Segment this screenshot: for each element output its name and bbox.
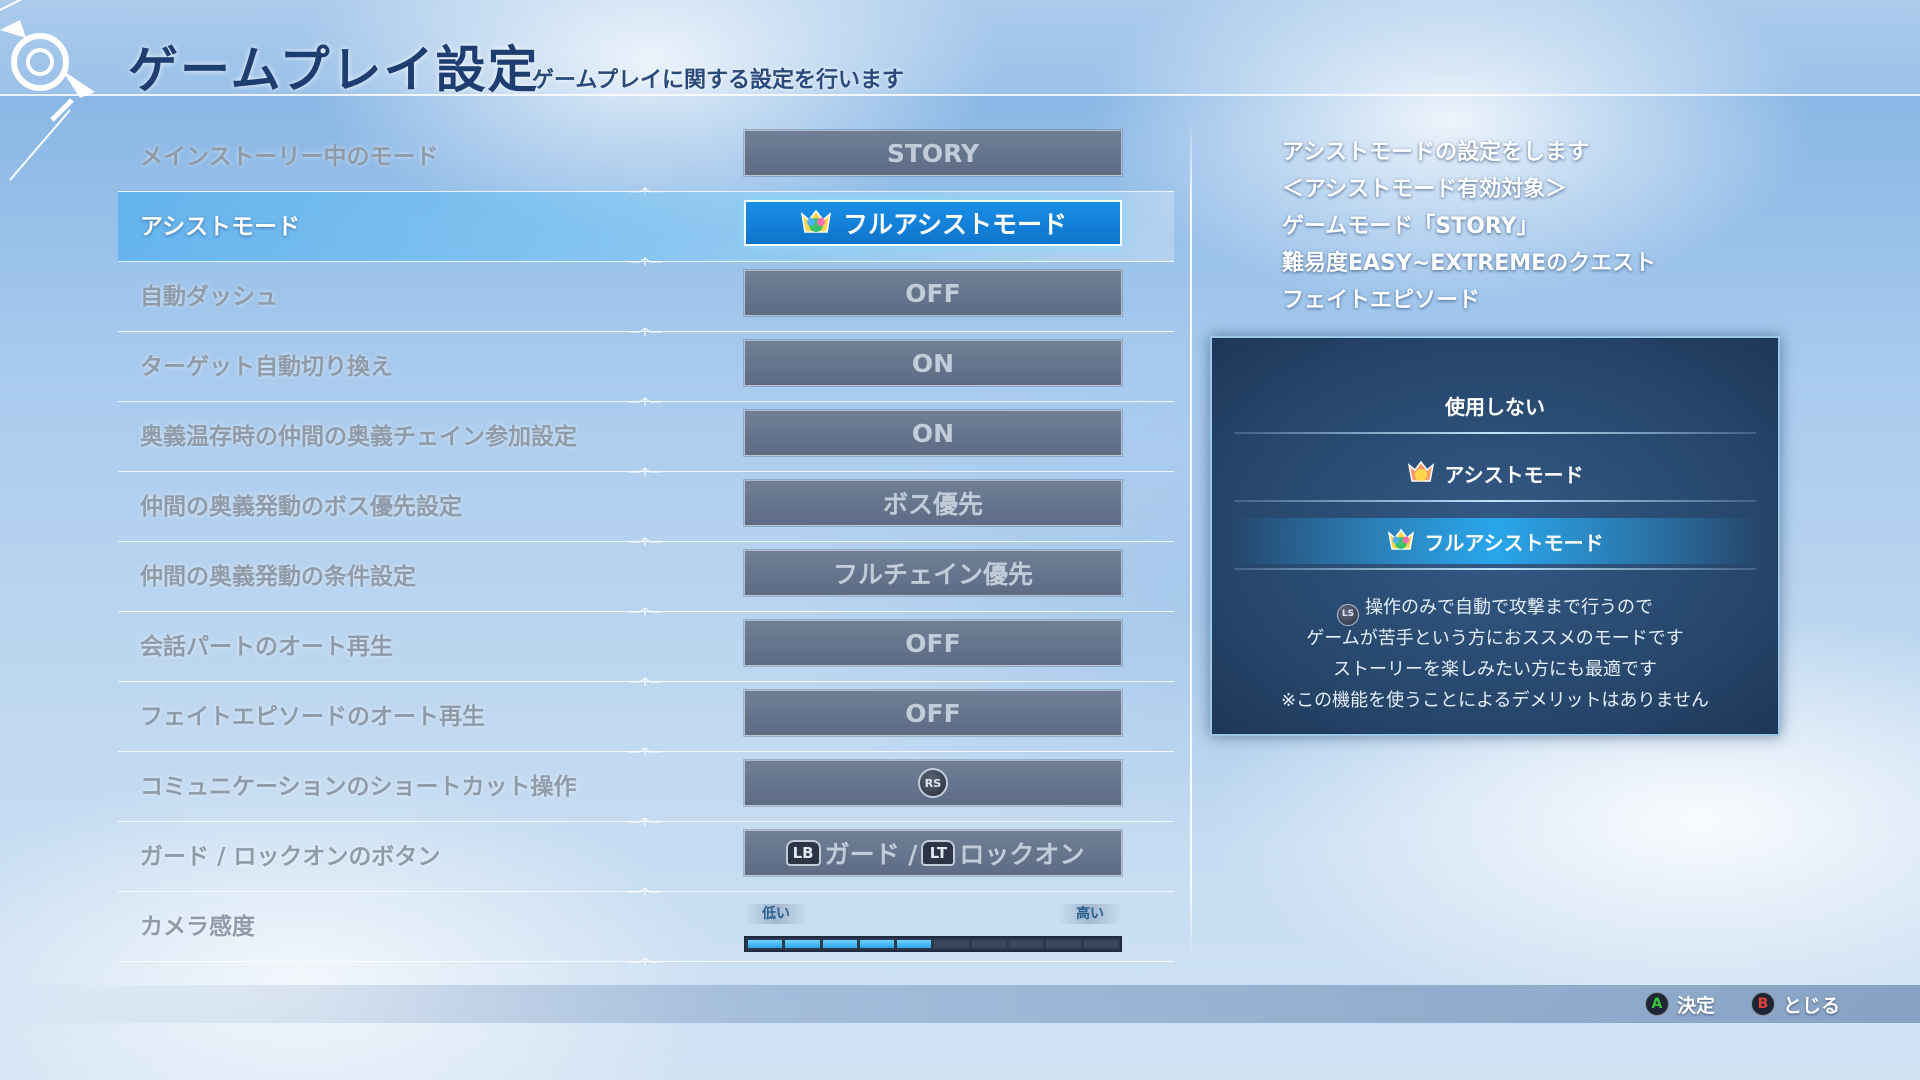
slider-segment [1009,940,1044,948]
vertical-divider [1190,118,1192,963]
setting-value[interactable]: フルチェイン優先 [744,550,1122,596]
setting-value[interactable]: ON [744,410,1122,456]
option-label: 使用しない [1445,394,1545,419]
a-button-icon: A [1644,992,1669,1016]
slider-segment [1083,940,1118,948]
setting-value[interactable]: ON [744,340,1122,386]
slider-segment [897,940,932,948]
option-label: アシストモード [1444,462,1584,487]
b-button-icon: B [1750,992,1775,1016]
setting-row-camera-sensitivity[interactable]: カメラ感度 低い 高い [118,892,1174,966]
setting-description: アシストモードの設定をします ＜アシストモード有効対象＞ ゲームモード「STOR… [1282,134,1656,319]
description-line: 難易度EASY~EXTREMEのクエスト [1282,251,1657,276]
setting-label: メインストーリー中のモード [140,144,439,170]
slider-segment [971,940,1007,948]
setting-row-ougi-chain-participation[interactable]: 奥義温存時の仲間の奥義チェイン参加設定 ON [118,402,1174,476]
row-divider-ornament [628,957,662,966]
page-title: ゲームプレイ設定 [128,41,540,99]
slider-segment [859,940,895,948]
slider-segment [785,940,820,948]
setting-value-text: フルアシストモード [842,210,1067,239]
confirm-label: 決定 [1676,994,1715,1017]
panel-description: LS 操作のみで自動で攻撃まで行うので ゲームが苦手という方におススメのモードです… [1212,592,1778,716]
setting-value[interactable]: RS [744,760,1122,806]
assist-mode-options-panel: 使用しない アシストモード フルアシストモード LS 操作のみで自動で攻撃まで行う… [1210,336,1780,736]
setting-row-communication-shortcut[interactable]: コミュニケーションのショートカット操作 RS [118,752,1174,826]
confirm-action[interactable]: A 決定 [1644,991,1715,1018]
option-not-use[interactable]: 使用しない [1230,382,1760,428]
slider-segment [1046,940,1081,948]
guard-text: ガード / [824,840,918,869]
page-subtitle: ゲームプレイに関する設定を行います [532,68,905,93]
panel-separator [1234,432,1756,434]
panel-description-text: 操作のみで自動で攻撃まで行うので [1365,597,1653,618]
description-line: ゲームモード「STORY」 [1282,214,1539,239]
full-assist-icon [800,209,832,233]
close-action[interactable]: B とじる [1750,991,1840,1018]
rs-stick-icon: RS [918,768,948,798]
setting-label: 奥義温存時の仲間の奥義チェイン参加設定 [140,424,577,450]
setting-row-fate-episode-autoplay[interactable]: フェイトエピソードのオート再生 OFF [118,682,1174,756]
setting-value[interactable]: ボス優先 [744,480,1122,526]
full-assist-icon [1388,528,1415,550]
setting-row-main-story-mode[interactable]: メインストーリー中のモード STORY [118,122,1174,196]
setting-label: コミュニケーションのショートカット操作 [140,774,577,800]
footer-actions: A 決定 B とじる [1644,985,1840,1023]
header-bar: ゲームプレイ設定 ゲームプレイに関する設定を行います [0,0,1920,181]
setting-label: フェイトエピソードのオート再生 [140,704,485,730]
description-line: フェイトエピソード [1282,288,1481,313]
slider-low-label: 低い [744,904,808,924]
setting-row-conversation-autoplay[interactable]: 会話パートのオート再生 OFF [118,612,1174,686]
close-label: とじる [1782,994,1840,1017]
setting-row-guard-lockon-button[interactable]: ガード / ロックオンのボタン LB ガード / LT ロックオン [118,822,1174,896]
option-label: フルアシストモード [1424,530,1604,555]
option-assist-mode[interactable]: アシストモード [1230,450,1760,496]
setting-row-auto-dash[interactable]: 自動ダッシュ OFF [118,262,1174,336]
setting-label: カメラ感度 [140,914,255,940]
slider-segment [822,940,857,948]
camera-sensitivity-slider[interactable]: 低い 高い [744,904,1122,960]
panel-description-line: ストーリーを楽しみたい方にも最適です [1333,659,1657,680]
settings-list: メインストーリー中のモード STORY アシストモード フルアシストモード 自動… [118,122,1174,966]
slider-segment [934,940,969,948]
option-full-assist-mode[interactable]: フルアシストモード [1230,518,1760,564]
setting-label: 会話パートのオート再生 [140,634,393,660]
panel-separator [1234,568,1756,570]
setting-row-auto-target-switch[interactable]: ターゲット自動切り換え ON [118,332,1174,406]
panel-description-line: ※この機能を使うことによるデメリットはありません [1281,690,1709,711]
setting-value[interactable]: STORY [744,130,1122,176]
lockon-text: ロックオン [959,840,1085,869]
panel-description-line: LS 操作のみで自動で攻撃まで行うので [1212,592,1778,626]
lb-button-icon: LB [785,840,821,866]
setting-value[interactable]: OFF [744,620,1122,666]
setting-label: 仲間の奥義発動の条件設定 [140,564,416,590]
setting-label: ターゲット自動切り換え [140,354,393,380]
setting-label: 自動ダッシュ [140,284,278,310]
panel-separator [1234,500,1756,502]
setting-row-ougi-boss-priority[interactable]: 仲間の奥義発動のボス優先設定 ボス優先 [118,472,1174,546]
setting-value[interactable]: OFF [744,690,1122,736]
setting-label: アシストモード [140,214,301,240]
panel-description-line: ゲームが苦手という方におススメのモードです [1306,628,1684,649]
setting-label: 仲間の奥義発動のボス優先設定 [140,494,462,520]
assist-icon [1408,460,1435,482]
setting-label: ガード / ロックオンのボタン [140,844,441,870]
setting-row-ougi-condition[interactable]: 仲間の奥義発動の条件設定 フルチェイン優先 [118,542,1174,616]
slider-segment [748,940,783,948]
description-line: ＜アシストモード有効対象＞ [1282,177,1568,202]
setting-value[interactable]: LB ガード / LT ロックオン [744,830,1122,876]
lt-button-icon: LT [921,840,956,866]
setting-value[interactable]: OFF [744,270,1122,316]
slider-high-label: 高い [1058,904,1122,924]
description-line: アシストモードの設定をします [1282,140,1590,165]
emblem-logo-icon [0,0,95,181]
setting-value[interactable]: フルアシストモード [744,200,1122,246]
slider-track[interactable] [744,936,1122,952]
footer-bar: A 決定 B とじる [0,985,1920,1023]
setting-row-assist-mode[interactable]: アシストモード フルアシストモード [118,192,1174,266]
